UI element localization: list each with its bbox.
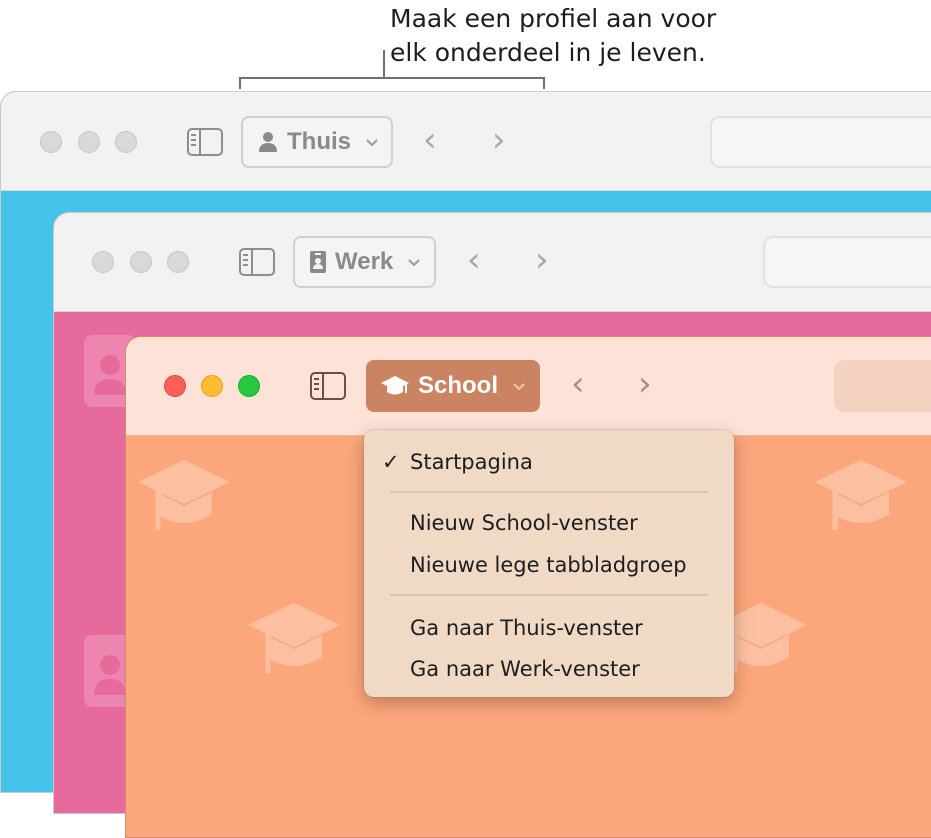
callout-leader-line bbox=[383, 50, 385, 78]
profile-label-school: School bbox=[418, 372, 499, 399]
address-bar[interactable] bbox=[763, 236, 931, 288]
callout-line-2: elk onderdeel in je leven. bbox=[390, 38, 706, 67]
minimize-button[interactable] bbox=[130, 251, 152, 273]
close-button[interactable] bbox=[164, 375, 186, 397]
close-button[interactable] bbox=[92, 251, 114, 273]
home-toolbar: Thuis ‹ › bbox=[1, 92, 931, 191]
zoom-button[interactable] bbox=[238, 375, 260, 397]
graduation-cap-icon bbox=[815, 460, 907, 530]
callout-text: Maak een profiel aan voor elk onderdeel … bbox=[390, 2, 810, 70]
menu-item-new-empty-tab-group[interactable]: Nieuwe lege tabbladgroep bbox=[410, 553, 687, 577]
work-toolbar: Werk ‹ › bbox=[54, 213, 931, 312]
sidebar-toggle-icon[interactable] bbox=[239, 248, 275, 276]
profile-switcher-school[interactable]: School bbox=[366, 360, 540, 412]
menu-item-go-to-home-window[interactable]: Ga naar Thuis-venster bbox=[410, 616, 643, 640]
menu-separator bbox=[390, 594, 708, 596]
sidebar-toggle-icon[interactable] bbox=[310, 372, 346, 400]
minimize-button[interactable] bbox=[78, 131, 100, 153]
checkmark-icon: ✓ bbox=[382, 450, 400, 474]
profile-menu: ✓ Startpagina Nieuw School-venster Nieuw… bbox=[364, 430, 734, 697]
forward-button[interactable]: › bbox=[492, 120, 506, 160]
zoom-button[interactable] bbox=[167, 251, 189, 273]
profile-label-work: Werk bbox=[335, 248, 394, 275]
callout-bracket-right bbox=[543, 77, 545, 89]
chevron-down-icon bbox=[512, 381, 526, 391]
callout-line-1: Maak een profiel aan voor bbox=[390, 4, 717, 33]
close-button[interactable] bbox=[40, 131, 62, 153]
graduation-cap-icon bbox=[248, 603, 340, 673]
chevron-down-icon bbox=[365, 137, 379, 147]
zoom-button[interactable] bbox=[115, 131, 137, 153]
graduation-cap-icon bbox=[380, 374, 410, 398]
menu-item-go-to-work-window[interactable]: Ga naar Werk-venster bbox=[410, 657, 640, 681]
minimize-button[interactable] bbox=[201, 375, 223, 397]
person-icon bbox=[257, 131, 279, 153]
back-button[interactable]: ‹ bbox=[423, 120, 437, 160]
address-bar[interactable] bbox=[834, 360, 931, 412]
callout-bracket bbox=[240, 77, 544, 79]
school-toolbar: School ‹ › bbox=[126, 337, 931, 436]
chevron-down-icon bbox=[407, 257, 421, 267]
forward-button[interactable]: › bbox=[535, 240, 549, 280]
forward-button[interactable]: › bbox=[638, 364, 652, 404]
graduation-cap-icon bbox=[138, 460, 230, 530]
back-button[interactable]: ‹ bbox=[571, 364, 585, 404]
sidebar-toggle-icon[interactable] bbox=[187, 128, 223, 156]
menu-item-new-school-window[interactable]: Nieuw School-venster bbox=[410, 511, 638, 535]
profile-switcher-home[interactable]: Thuis bbox=[241, 116, 393, 168]
profile-switcher-work[interactable]: Werk bbox=[293, 236, 436, 288]
back-button[interactable]: ‹ bbox=[467, 240, 481, 280]
menu-separator bbox=[390, 491, 708, 493]
callout-bracket-left bbox=[239, 77, 241, 89]
badge-icon bbox=[309, 250, 327, 274]
address-bar[interactable] bbox=[710, 116, 931, 168]
menu-item-startpagina[interactable]: Startpagina bbox=[410, 450, 533, 474]
profile-label-home: Thuis bbox=[287, 128, 351, 155]
